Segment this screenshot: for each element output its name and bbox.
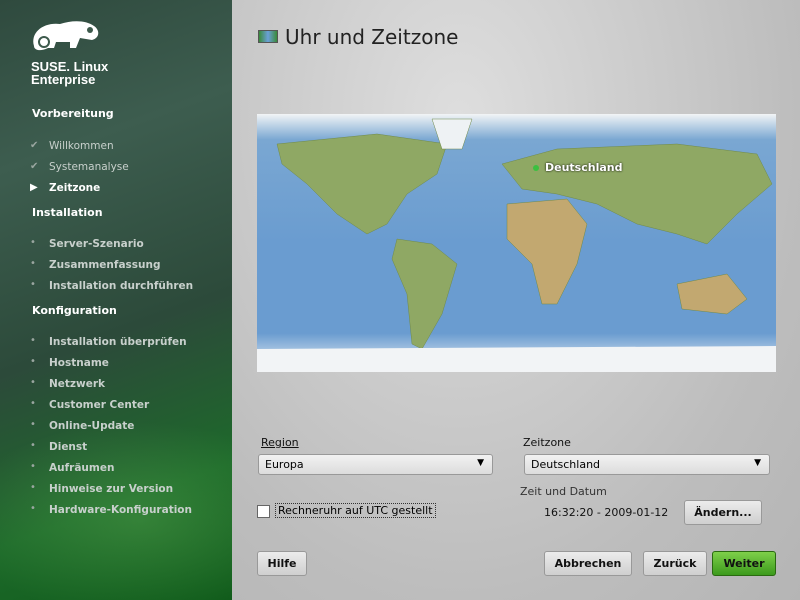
bullet-icon: • [30,279,36,290]
utc-checkbox-label[interactable]: Rechneruhr auf UTC gestellt [275,503,436,518]
step-aufraeumen: Aufräumen [49,462,115,474]
cancel-button[interactable]: Abbrechen [544,551,632,576]
step-installation-durchfuehren: Installation durchführen [49,280,194,292]
section-installation: Installation [32,206,103,219]
step-dienst: Dienst [49,441,88,453]
bullet-icon: • [30,377,36,388]
chevron-down-icon: ▼ [477,458,484,468]
change-datetime-button[interactable]: Ändern... [684,500,762,525]
datetime-value: 16:32:20 - 2009-01-12 [544,506,669,519]
world-map[interactable]: Deutschland [257,114,776,372]
region-label: Region [261,436,299,449]
suse-chameleon-logo [33,21,99,51]
zone-select[interactable]: Deutschland ▼ [524,454,770,475]
check-icon: ✔ [30,140,39,151]
selected-location-marker [533,165,539,171]
step-netzwerk: Netzwerk [49,378,106,390]
bullet-icon: • [30,356,36,367]
bullet-icon: • [30,258,36,269]
check-icon: ✔ [30,161,39,172]
step-customer-center: Customer Center [49,399,150,411]
chevron-down-icon: ▼ [754,458,761,468]
map-selected-zone-label: Deutschland [545,161,623,174]
step-systemanalyse: Systemanalyse [49,161,129,173]
bullet-icon: • [30,398,36,409]
step-zusammenfassung: Zusammenfassung [49,259,161,271]
step-willkommen: Willkommen [49,140,114,152]
brand-text: SUSE. Linux Enterprise [31,60,108,86]
sidebar: SUSE. Linux Enterprise Vorbereitung ✔ Wil… [0,0,232,600]
bullet-icon: • [30,503,36,514]
bullet-icon: • [30,237,36,248]
step-hinweise: Hinweise zur Version [49,483,174,495]
section-konfiguration: Konfiguration [32,304,117,317]
zone-value: Deutschland [531,458,601,471]
region-select[interactable]: Europa ▼ [258,454,493,475]
main-panel: Uhr und Zeitzone Deutschland Region Euro… [232,0,800,600]
bullet-icon: • [30,482,36,493]
step-zeitzone: Zeitzone [49,182,101,194]
current-arrow-icon: ▶ [30,182,38,193]
bullet-icon: • [30,419,36,430]
help-button[interactable]: Hilfe [257,551,307,576]
step-online-update: Online-Update [49,420,135,432]
next-button[interactable]: Weiter [712,551,776,576]
bullet-icon: • [30,440,36,451]
bullet-icon: • [30,461,36,472]
zone-label: Zeitzone [523,436,571,449]
section-vorbereitung: Vorbereitung [32,107,114,120]
brand-line2: Enterprise [31,72,96,87]
bullet-icon: • [30,335,36,346]
page-title: Uhr und Zeitzone [285,25,459,49]
world-map-graphic [257,118,776,372]
region-value: Europa [265,458,304,471]
step-hostname: Hostname [49,357,109,369]
step-installation-ueberpruefen: Installation überprüfen [49,336,187,348]
datetime-label: Zeit und Datum [520,485,607,498]
utc-checkbox[interactable] [257,505,270,518]
back-button[interactable]: Zurück [643,551,707,576]
step-server-szenario: Server-Szenario [49,238,144,250]
clock-map-icon [258,30,278,43]
step-hardware-konfiguration: Hardware-Konfiguration [49,504,192,516]
